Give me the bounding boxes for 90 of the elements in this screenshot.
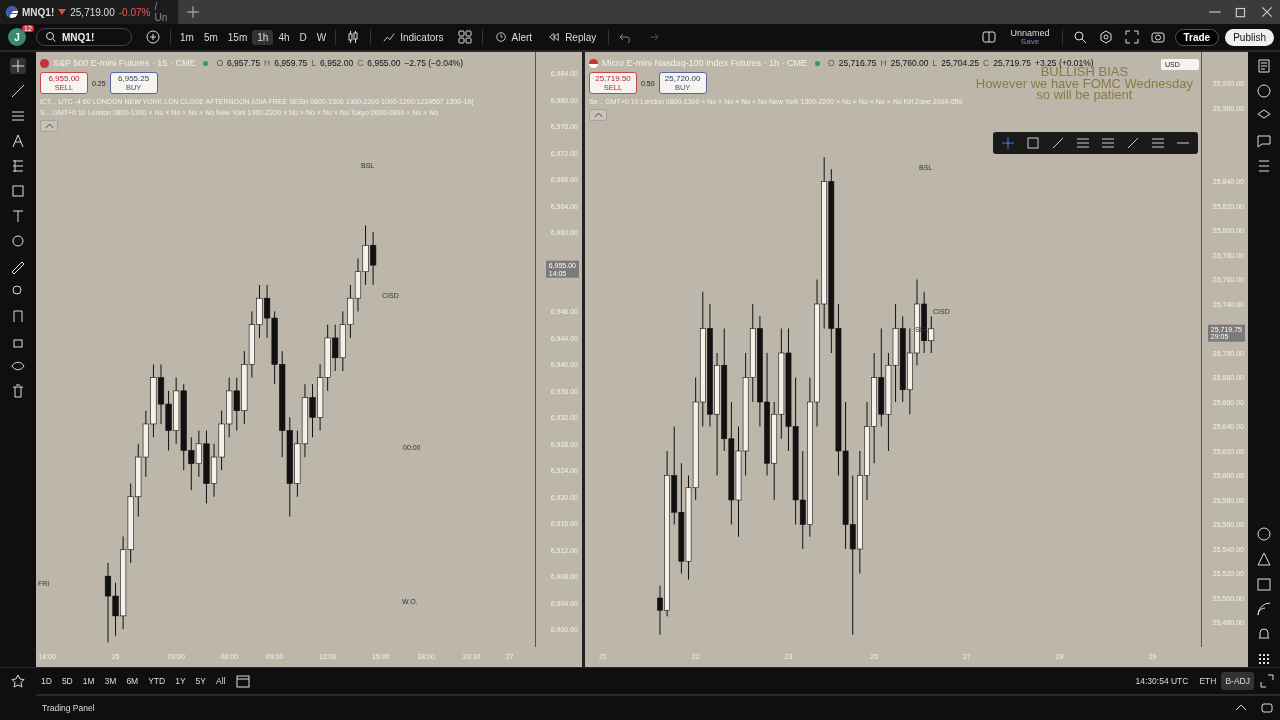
alarm-clock-icon — [494, 31, 507, 43]
price-change: −2.75 (−0.04%) — [404, 58, 463, 68]
collapse-legend-button[interactable] — [40, 120, 58, 132]
ohlc-label: O — [216, 58, 223, 68]
ohlc-label: L — [932, 58, 938, 68]
camera-icon[interactable] — [1150, 30, 1165, 44]
chevron-up-icon — [593, 112, 603, 118]
ohlc-label: L — [311, 58, 317, 68]
maximize-icon[interactable] — [1260, 701, 1274, 715]
search-icon — [45, 31, 57, 43]
interval-button[interactable]: 1m — [175, 29, 199, 45]
trading-panel-title[interactable]: Trading Panel — [36, 703, 95, 713]
tab-title: / Un — [154, 1, 169, 23]
range-button[interactable]: All — [211, 674, 231, 688]
ohlc-value: 6,957.75 — [227, 58, 261, 68]
ohlc-value: 6,952.00 — [320, 58, 354, 68]
market-open-dot — [203, 60, 209, 66]
drawing-tool-icon[interactable] — [10, 158, 26, 174]
adjust-button[interactable]: B-ADJ — [1221, 672, 1254, 690]
layout-icon[interactable] — [982, 30, 997, 44]
sidebar-icon[interactable] — [1256, 601, 1272, 617]
down-arrow-icon — [58, 9, 67, 15]
ohlc-value: 25,719.75 — [993, 58, 1032, 68]
ohlc-label: H — [880, 58, 887, 68]
new-tab-icon[interactable] — [186, 5, 200, 19]
ohlc-value: 6,959.75 — [274, 58, 308, 68]
ohlc-value: 25,704.25 — [941, 58, 980, 68]
market-open-dot — [815, 60, 821, 66]
settings-icon[interactable] — [1098, 30, 1113, 44]
tab-change: -0.07% — [118, 6, 151, 18]
sidebar-icon[interactable] — [1256, 526, 1272, 542]
range-button[interactable]: 1M — [77, 674, 100, 688]
chevron-up-icon — [44, 123, 54, 129]
interval-button[interactable]: 5m — [198, 29, 223, 45]
range-button[interactable]: 3M — [99, 674, 122, 688]
sidebar-icon[interactable] — [1256, 626, 1272, 642]
replay-button[interactable]: Replay — [540, 29, 605, 45]
close-icon[interactable] — [1260, 5, 1274, 19]
collapse-legend-button[interactable] — [589, 109, 607, 121]
range-button[interactable]: 1D — [36, 674, 57, 688]
trash-icon[interactable] — [10, 383, 26, 399]
range-button[interactable]: 5Y — [190, 674, 211, 688]
price-change: +3.25 (+0.01%) — [1035, 58, 1094, 68]
tab-price: 25,719.00 — [70, 6, 115, 18]
rewind-icon — [548, 31, 561, 43]
session-button[interactable]: ETH — [1194, 674, 1222, 688]
sidebar-icon[interactable] — [1256, 651, 1272, 667]
chart-line-icon — [383, 31, 396, 43]
drawing-tool-icon[interactable] — [1126, 136, 1140, 150]
interval-button[interactable]: W — [311, 29, 332, 45]
trade-button[interactable]: Trade — [1174, 28, 1220, 46]
range-button[interactable]: 1Y — [170, 674, 191, 688]
calendar-icon[interactable] — [236, 674, 251, 688]
drawing-tool-icon[interactable] — [10, 233, 26, 249]
drawing-tool-icon[interactable] — [10, 133, 26, 149]
interval-button[interactable]: 4h — [273, 29, 295, 45]
sidebar-icon[interactable] — [1256, 83, 1272, 99]
alert-button[interactable]: Alert — [486, 29, 541, 45]
ohlc-value: 25,716.75 — [838, 58, 877, 68]
ohlc-label: H — [264, 58, 271, 68]
sidebar-icon[interactable] — [1256, 133, 1272, 149]
range-button[interactable]: 5D — [56, 674, 78, 688]
range-button[interactable]: YTD — [143, 674, 171, 688]
expand-icon[interactable] — [1260, 674, 1274, 688]
range-button[interactable]: 6M — [121, 674, 144, 688]
quick-search-icon[interactable] — [1072, 30, 1087, 44]
drawing-tool-icon[interactable] — [1051, 136, 1065, 150]
publish-button[interactable]: Publish — [1225, 28, 1274, 46]
interval-button[interactable]: 15m — [222, 29, 253, 45]
compare-icon[interactable] — [146, 30, 160, 44]
ohlc-value: 6,955.00 — [367, 58, 401, 68]
restore-icon[interactable] — [1234, 5, 1248, 19]
clock-text[interactable]: 14:30:54 UTC — [1135, 676, 1189, 686]
candles-icon[interactable] — [346, 30, 361, 44]
flag-icon — [6, 6, 18, 18]
layout-name-button[interactable]: Unnamed Save — [1010, 28, 1050, 46]
ohlc-value: 25,760.00 — [890, 58, 929, 68]
ohlc-label: C — [983, 58, 990, 68]
symbol-logo-icon — [589, 58, 598, 68]
sidebar-icon[interactable] — [1256, 551, 1272, 567]
interval-button[interactable]: 1h — [252, 29, 274, 45]
symbol-logo-icon — [40, 58, 49, 68]
ohlc-label: C — [357, 58, 364, 68]
ohlc-label: O — [828, 58, 835, 68]
indicators-button[interactable]: Indicators — [375, 29, 452, 45]
star-icon[interactable] — [10, 673, 26, 689]
tab-symbol: MNQ1! — [22, 6, 55, 18]
fullscreen-icon[interactable] — [1124, 30, 1139, 44]
interval-button[interactable]: D — [294, 29, 312, 45]
templates-icon[interactable] — [457, 30, 472, 44]
